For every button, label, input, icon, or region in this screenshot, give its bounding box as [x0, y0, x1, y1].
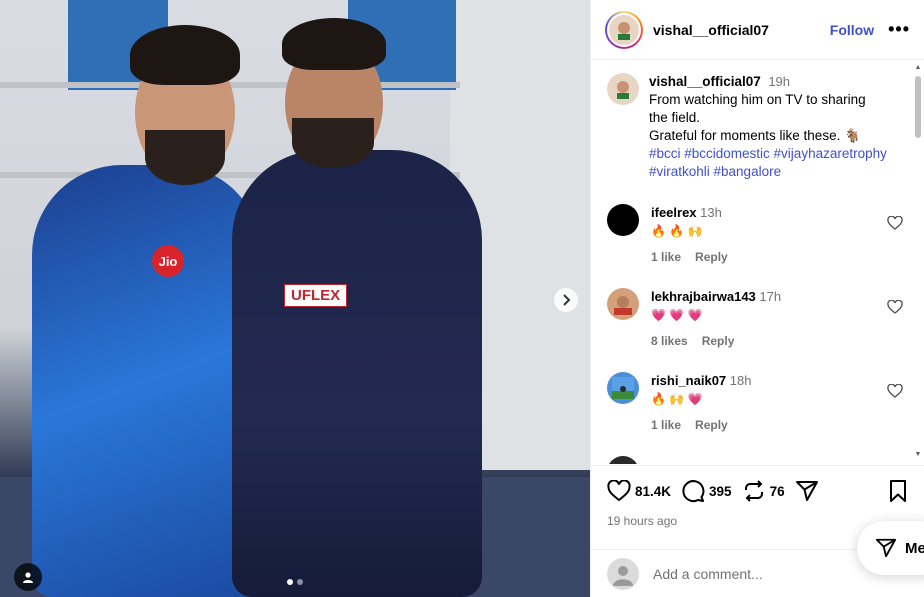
comment-item [591, 456, 924, 464]
comment-icon[interactable] [681, 479, 705, 503]
avatar[interactable] [607, 204, 639, 236]
scrollbar[interactable]: ▲ ▼ [914, 64, 922, 458]
post-header: vishal__official07 Follow ••• [591, 0, 924, 60]
caption-hashtags[interactable]: #viratkohli #bangalore [649, 163, 887, 181]
heart-icon[interactable] [887, 384, 903, 398]
add-comment-input[interactable]: Add a comment... [653, 566, 763, 582]
user-icon [23, 572, 33, 583]
repost-count[interactable]: 76 [770, 484, 785, 499]
avatar[interactable] [607, 288, 639, 320]
reply-button[interactable]: Reply [702, 334, 735, 348]
comment-username[interactable]: lekhrajbairwa143 [651, 289, 756, 304]
profile-face-icon [614, 296, 632, 315]
comments-scroll-area[interactable]: vishal__official07 19h From watching him… [591, 61, 924, 464]
like-heart-icon[interactable] [607, 480, 631, 502]
scroll-down-icon[interactable]: ▼ [914, 451, 922, 458]
comment-time: 18h [729, 373, 752, 388]
caption-line: the field. [649, 110, 701, 125]
comment-text: 💗 💗 💗 [651, 308, 703, 322]
next-image-button[interactable] [554, 288, 578, 312]
avatar [607, 12, 641, 47]
scrollbar-thumb[interactable] [915, 76, 921, 138]
caption-username[interactable]: vishal__official07 [649, 74, 761, 89]
post-photo[interactable]: Jio UFLEX [0, 0, 590, 597]
jersey-sponsor-logo: UFLEX [284, 284, 348, 307]
left-player-jersey [32, 165, 262, 597]
avatar[interactable] [607, 73, 639, 105]
avatar[interactable] [607, 456, 639, 464]
posted-time: 19 hours ago [607, 514, 678, 528]
post-actions: 81.4K 395 76 19 hours ago [591, 465, 924, 528]
carousel-dot [297, 579, 303, 585]
story-ring[interactable] [605, 10, 643, 49]
comment-count[interactable]: 395 [709, 484, 732, 499]
comment-likes[interactable]: 1 like [651, 250, 681, 264]
left-player-hair [130, 25, 240, 85]
profile-face-icon [618, 21, 630, 40]
scroll-up-icon[interactable]: ▲ [914, 64, 922, 71]
comment-time: 13h [700, 205, 722, 220]
profile-face-icon [617, 81, 629, 99]
post-viewer: Jio UFLEX vishal__official07 Follow ••• … [0, 0, 924, 597]
messages-button[interactable]: Me [857, 521, 924, 575]
post-caption: vishal__official07 19h From watching him… [591, 61, 924, 181]
comment-text: 🔥 🔥 🙌 [651, 224, 703, 238]
caption-line: Grateful for moments like these. 🐐 [649, 128, 861, 143]
comment-item: ifeelrex 13h 🔥 🔥 🙌 1 like Reply [591, 204, 924, 266]
default-user-icon [613, 565, 633, 586]
comment-item: lekhrajbairwa143 17h 💗 💗 💗 8 likes Reply [591, 288, 924, 350]
avatar [607, 557, 639, 590]
share-icon[interactable] [795, 479, 819, 503]
left-player-beard [145, 130, 225, 185]
carousel-dot [287, 579, 293, 585]
reply-button[interactable]: Reply [695, 250, 728, 264]
comment-username[interactable]: rishi_naik07 [651, 373, 726, 388]
jersey-sponsor-logo: Jio [152, 245, 184, 277]
comment-username[interactable]: ifeelrex [651, 205, 697, 220]
right-player-hair [282, 18, 386, 70]
comment-likes[interactable]: 8 likes [651, 334, 688, 348]
heart-icon[interactable] [887, 300, 903, 314]
reply-button[interactable]: Reply [695, 418, 728, 432]
comment-time: 17h [759, 289, 782, 304]
post-side-panel: vishal__official07 Follow ••• vishal__of… [590, 0, 924, 597]
comment-likes[interactable]: 1 like [651, 418, 681, 432]
carousel-dots [287, 579, 303, 585]
post-author-username[interactable]: vishal__official07 [653, 22, 769, 38]
comment-text: 🔥 🙌 💗 [651, 392, 703, 406]
chevron-right-icon [563, 294, 571, 306]
caption-time: 19h [768, 74, 791, 89]
caption-line: From watching him on TV to sharing [649, 92, 866, 107]
tagged-users-button[interactable] [14, 563, 42, 591]
send-icon [875, 538, 897, 558]
repost-icon[interactable] [742, 479, 766, 503]
right-player-jersey [232, 150, 482, 597]
comment-item: rishi_naik07 18h 🔥 🙌 💗 1 like Reply [591, 372, 924, 434]
bookmark-icon[interactable] [887, 479, 909, 503]
right-player-beard [292, 118, 374, 168]
messages-label: Me [905, 539, 924, 557]
like-count[interactable]: 81.4K [635, 484, 671, 499]
heart-icon[interactable] [887, 216, 903, 230]
caption-hashtags[interactable]: #bcci #bccidomestic #vijayhazaretrophy [649, 145, 887, 163]
profile-landscape-icon [612, 377, 634, 399]
more-options-icon[interactable]: ••• [888, 19, 910, 40]
follow-button[interactable]: Follow [830, 22, 874, 38]
avatar[interactable] [607, 372, 639, 404]
